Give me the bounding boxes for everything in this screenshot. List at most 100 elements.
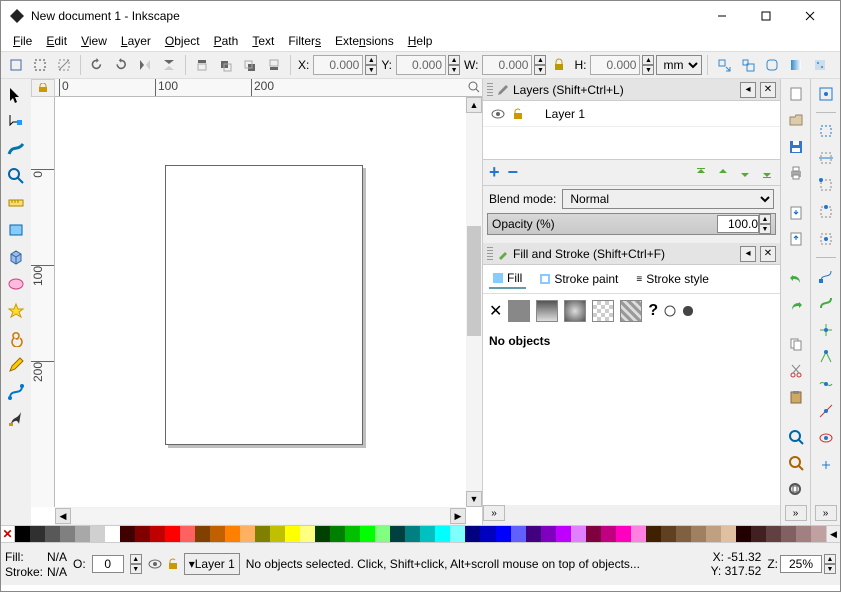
affect-move-icon[interactable]: [713, 54, 735, 76]
palette-menu-icon[interactable]: ◀: [826, 526, 840, 542]
copy-icon[interactable]: [785, 334, 807, 356]
rotate-ccw-icon[interactable]: [86, 54, 108, 76]
redo-icon[interactable]: [785, 294, 807, 316]
menu-filters[interactable]: Filters: [282, 33, 327, 49]
scroll-down-icon[interactable]: ▼: [466, 491, 482, 507]
snap-bbox-edge-icon[interactable]: [815, 147, 837, 169]
x-down[interactable]: ▼: [365, 65, 377, 75]
ruler-lock-icon[interactable]: [31, 79, 55, 97]
layer-up-icon[interactable]: [716, 166, 730, 180]
paint-none-icon[interactable]: ✕: [489, 301, 502, 321]
tab-fill[interactable]: Fill: [489, 269, 526, 289]
palette-swatch[interactable]: [736, 526, 751, 542]
menu-view[interactable]: View: [75, 33, 113, 49]
snap-bbox-icon[interactable]: [815, 120, 837, 142]
layer-row[interactable]: Layer 1: [483, 101, 780, 127]
scroll-right-icon[interactable]: ▶: [450, 508, 466, 524]
paint-pattern-icon[interactable]: [592, 300, 614, 322]
palette-swatch[interactable]: [285, 526, 300, 542]
palette-swatch[interactable]: [75, 526, 90, 542]
undo-icon[interactable]: [785, 268, 807, 290]
affect-gradient-icon[interactable]: [785, 54, 807, 76]
deselect-icon[interactable]: [53, 54, 75, 76]
add-layer-button[interactable]: +: [489, 162, 500, 183]
palette-swatch[interactable]: [360, 526, 375, 542]
measure-tool-icon[interactable]: [4, 191, 28, 215]
palette-swatch[interactable]: [90, 526, 105, 542]
layer-down-icon[interactable]: [738, 166, 752, 180]
export-icon[interactable]: [785, 228, 807, 250]
snap-cusp-icon[interactable]: [815, 346, 837, 368]
palette-swatch[interactable]: [811, 526, 826, 542]
palette-swatch[interactable]: [375, 526, 390, 542]
y-input[interactable]: [396, 55, 446, 75]
y-down[interactable]: ▼: [448, 65, 460, 75]
palette-swatch[interactable]: [45, 526, 60, 542]
menu-file[interactable]: File: [7, 33, 38, 49]
pencil-tool-icon[interactable]: [4, 353, 28, 377]
snap-smooth-icon[interactable]: [815, 373, 837, 395]
ruler-zoom-icon[interactable]: [468, 81, 480, 93]
palette-swatch[interactable]: [210, 526, 225, 542]
snap-enable-icon[interactable]: [815, 83, 837, 105]
zoom-out[interactable]: ▼: [824, 564, 836, 574]
palette-swatch[interactable]: [240, 526, 255, 542]
palette-swatch[interactable]: [465, 526, 480, 542]
star-tool-icon[interactable]: [4, 299, 28, 323]
snap-bbox-corner-icon[interactable]: [815, 174, 837, 196]
raise-icon[interactable]: [215, 54, 237, 76]
w-input[interactable]: [482, 55, 532, 75]
palette-swatch[interactable]: [345, 526, 360, 542]
cut-icon[interactable]: [785, 360, 807, 382]
status-eye-icon[interactable]: [148, 559, 162, 569]
palette-swatch[interactable]: [120, 526, 135, 542]
affect-pattern-icon[interactable]: [809, 54, 831, 76]
palette-swatch[interactable]: [450, 526, 465, 542]
palette-none-swatch[interactable]: ✕: [1, 526, 15, 542]
3dbox-tool-icon[interactable]: [4, 245, 28, 269]
h-up[interactable]: ▲: [642, 55, 654, 65]
snap-path-icon[interactable]: [815, 292, 837, 314]
status-fill-value[interactable]: N/A: [47, 550, 67, 564]
menu-text[interactable]: Text: [246, 33, 280, 49]
palette-swatch[interactable]: [135, 526, 150, 542]
palette-swatch[interactable]: [30, 526, 45, 542]
palette-swatch[interactable]: [766, 526, 781, 542]
rotate-cw-icon[interactable]: [110, 54, 132, 76]
snap-node-icon[interactable]: [815, 265, 837, 287]
menu-edit[interactable]: Edit: [40, 33, 73, 49]
commands-overflow-icon[interactable]: »: [785, 505, 807, 521]
tab-stroke-style[interactable]: ≡Stroke style: [632, 269, 713, 289]
rectangle-tool-icon[interactable]: [4, 218, 28, 242]
lock-open-icon[interactable]: [513, 108, 523, 120]
palette-swatch[interactable]: [150, 526, 165, 542]
palette-swatch[interactable]: [15, 526, 30, 542]
palette-swatch[interactable]: [751, 526, 766, 542]
palette-swatch[interactable]: [480, 526, 495, 542]
save-doc-icon[interactable]: [785, 136, 807, 158]
remove-layer-button[interactable]: −: [508, 162, 519, 183]
h-input[interactable]: [590, 55, 640, 75]
snap-line-midpoint-icon[interactable]: [815, 400, 837, 422]
zoom-page-icon[interactable]: [785, 479, 807, 501]
layer-name[interactable]: Layer 1: [545, 107, 585, 121]
paint-inherit-icon[interactable]: [682, 305, 694, 317]
palette-swatch[interactable]: [556, 526, 571, 542]
fillstroke-panel-header[interactable]: Fill and Stroke (Shift+Ctrl+F) ◂ ✕: [483, 243, 780, 265]
paint-linear-icon[interactable]: [536, 300, 558, 322]
zoom-fit-icon[interactable]: [785, 426, 807, 448]
scroll-left-icon[interactable]: ◀: [55, 508, 71, 524]
lock-aspect-icon[interactable]: [548, 54, 570, 76]
palette-swatch[interactable]: [781, 526, 796, 542]
unit-select[interactable]: mm: [656, 55, 702, 75]
palette-swatch[interactable]: [180, 526, 195, 542]
palette-swatch[interactable]: [330, 526, 345, 542]
zoom-drawing-icon[interactable]: [785, 452, 807, 474]
palette-swatch[interactable]: [405, 526, 420, 542]
palette-swatch[interactable]: [646, 526, 661, 542]
y-up[interactable]: ▲: [448, 55, 460, 65]
print-doc-icon[interactable]: [785, 163, 807, 185]
affect-scale-icon[interactable]: [737, 54, 759, 76]
opacity-input[interactable]: [717, 215, 759, 233]
palette-swatch[interactable]: [571, 526, 586, 542]
